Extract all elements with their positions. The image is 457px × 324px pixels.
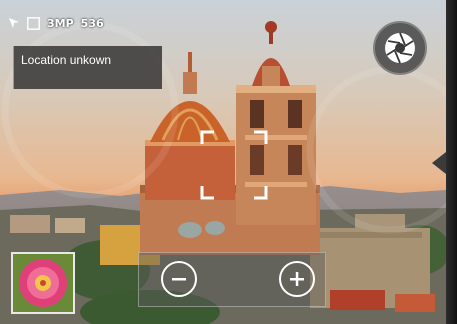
camera-viewfinder[interactable]: 3MP 536 Location unkown (0, 0, 446, 324)
minus-icon (172, 278, 186, 281)
location-arrow-icon (8, 17, 20, 29)
side-panel-handle[interactable] (432, 152, 446, 174)
location-toast: Location unkown (13, 46, 162, 89)
focus-frame (200, 130, 268, 200)
plus-icon (290, 272, 304, 286)
scene-mode-icon (27, 16, 40, 30)
zoom-control (138, 252, 326, 307)
location-status-text: Location unkown (21, 53, 112, 67)
resolution-label: 3MP (47, 16, 74, 30)
shots-remaining-count: 536 (80, 16, 104, 30)
last-photo-thumbnail[interactable] (11, 252, 75, 314)
zoom-out-button[interactable] (161, 261, 197, 297)
shutter-button[interactable] (373, 21, 427, 75)
zoom-in-button[interactable] (279, 261, 315, 297)
aperture-icon (385, 32, 415, 64)
screen-edge (446, 0, 457, 324)
camera-status-bar: 3MP 536 (8, 12, 104, 34)
